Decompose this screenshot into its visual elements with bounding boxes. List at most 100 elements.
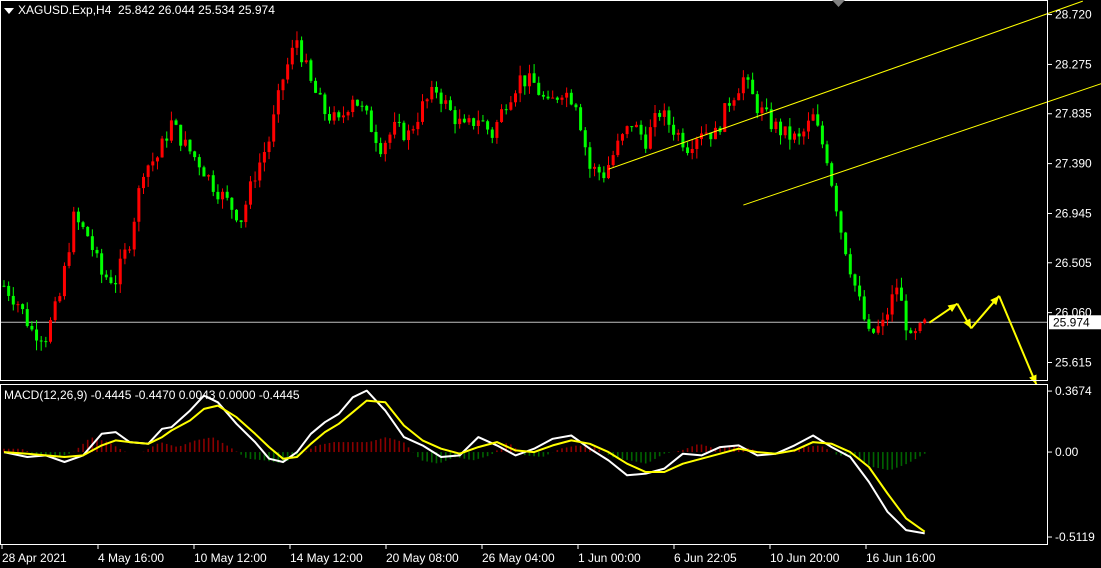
candle-body xyxy=(704,132,708,134)
macd-tick-label: 0.3674 xyxy=(1055,384,1092,398)
candle-body xyxy=(244,204,248,223)
candle-body xyxy=(304,60,308,63)
candle-body xyxy=(67,252,71,266)
candle-body xyxy=(402,122,406,141)
candle-body xyxy=(895,287,899,295)
channel-line xyxy=(608,0,1083,170)
candle-body xyxy=(221,191,225,200)
candle-body xyxy=(30,325,34,330)
candle-body xyxy=(541,94,545,97)
dropdown-arrow-icon[interactable] xyxy=(4,7,14,14)
candle-body xyxy=(630,126,634,128)
candle-body xyxy=(337,112,341,118)
candle-body xyxy=(174,120,178,125)
candle-body xyxy=(862,296,866,320)
candle-body xyxy=(90,236,94,250)
candle-body xyxy=(328,114,331,121)
candle-body xyxy=(467,118,471,123)
candle-body xyxy=(909,330,913,334)
candle-body xyxy=(21,304,25,310)
price-pane xyxy=(0,0,1101,385)
price-tick-label: 26.505 xyxy=(1055,256,1092,270)
candle-body xyxy=(593,166,597,169)
macd-tick-label: -0.5119 xyxy=(1055,530,1095,544)
candle-body xyxy=(462,118,466,123)
candle-body xyxy=(434,86,438,93)
candle-body xyxy=(504,109,508,111)
candle-body xyxy=(351,99,355,113)
chart-canvas: 28.720 28.275 27.835 27.390 26.945 26.505 26.0… xyxy=(0,0,1101,565)
candle-body xyxy=(783,126,787,136)
candle-body xyxy=(86,226,90,237)
candle-body xyxy=(81,222,85,227)
candle-body xyxy=(518,75,522,94)
candle-body xyxy=(569,92,573,105)
candle-body xyxy=(160,138,164,158)
candle-body xyxy=(579,107,583,131)
candle-body xyxy=(481,120,485,122)
candle-body xyxy=(616,140,620,156)
candle-body xyxy=(793,133,796,140)
candle-body xyxy=(235,209,238,221)
candle-body xyxy=(104,274,108,278)
candle-body xyxy=(314,80,318,93)
candle-body xyxy=(448,100,452,111)
candle-body xyxy=(913,331,917,334)
candle-body xyxy=(662,110,666,117)
candle-body xyxy=(16,304,20,306)
candle-body xyxy=(574,104,578,108)
candle-body xyxy=(597,166,601,173)
candle-body xyxy=(765,107,769,110)
candle-body xyxy=(872,328,876,333)
candle-body xyxy=(276,90,280,115)
candle-body xyxy=(676,132,680,135)
candle-body xyxy=(779,121,783,136)
candle-body xyxy=(109,277,113,284)
candle-body xyxy=(867,319,871,329)
candle-body xyxy=(39,340,43,342)
candle-body xyxy=(607,165,610,179)
candle-body xyxy=(876,326,880,333)
candle-body xyxy=(49,320,52,342)
candle-body xyxy=(137,188,141,222)
candle-body xyxy=(430,86,434,100)
candle-body xyxy=(588,147,592,169)
macd-pane-border xyxy=(0,384,1048,545)
candle-body xyxy=(537,82,541,95)
scroll-marker-icon xyxy=(832,0,845,7)
candle-body xyxy=(188,139,192,152)
forecast-arrow-head xyxy=(947,303,958,313)
candle-body xyxy=(197,157,201,168)
candle-body xyxy=(393,121,397,135)
candle-body xyxy=(258,162,262,181)
time-tick-label: 10 Jun 20:00 xyxy=(770,551,840,565)
candle-body xyxy=(155,157,159,162)
candle-body xyxy=(76,211,80,223)
candle-body xyxy=(207,175,211,177)
time-tick-label: 26 May 04:00 xyxy=(482,551,555,565)
candle-body xyxy=(672,124,676,135)
candle-body xyxy=(267,141,271,153)
candle-body xyxy=(639,124,643,135)
candle-body xyxy=(848,254,852,275)
candle-body xyxy=(295,40,299,48)
macd-pane xyxy=(3,389,926,535)
candle-body xyxy=(476,120,480,126)
candle-body xyxy=(35,329,39,341)
high-value: 26.044 xyxy=(158,3,195,17)
candle-body xyxy=(95,249,99,254)
candle-body xyxy=(332,112,336,121)
candle-body xyxy=(239,220,243,223)
candle-body xyxy=(788,126,792,140)
candle-body xyxy=(802,131,806,137)
chart-header[interactable]: XAGUSD.Exp,H4 25.842 26.044 25.534 25.97… xyxy=(4,3,275,17)
candle-body xyxy=(811,114,815,121)
candle-body xyxy=(844,232,848,255)
macd-header: MACD(12,26,9) -0.4445 -0.4470 0.0043 0.0… xyxy=(4,388,300,402)
candle-body xyxy=(146,165,150,177)
candle-body xyxy=(211,175,215,192)
candle-body xyxy=(825,144,829,164)
candle-body xyxy=(746,77,750,80)
current-price-label: 25.974 xyxy=(1053,315,1090,329)
candle-body xyxy=(2,285,6,287)
